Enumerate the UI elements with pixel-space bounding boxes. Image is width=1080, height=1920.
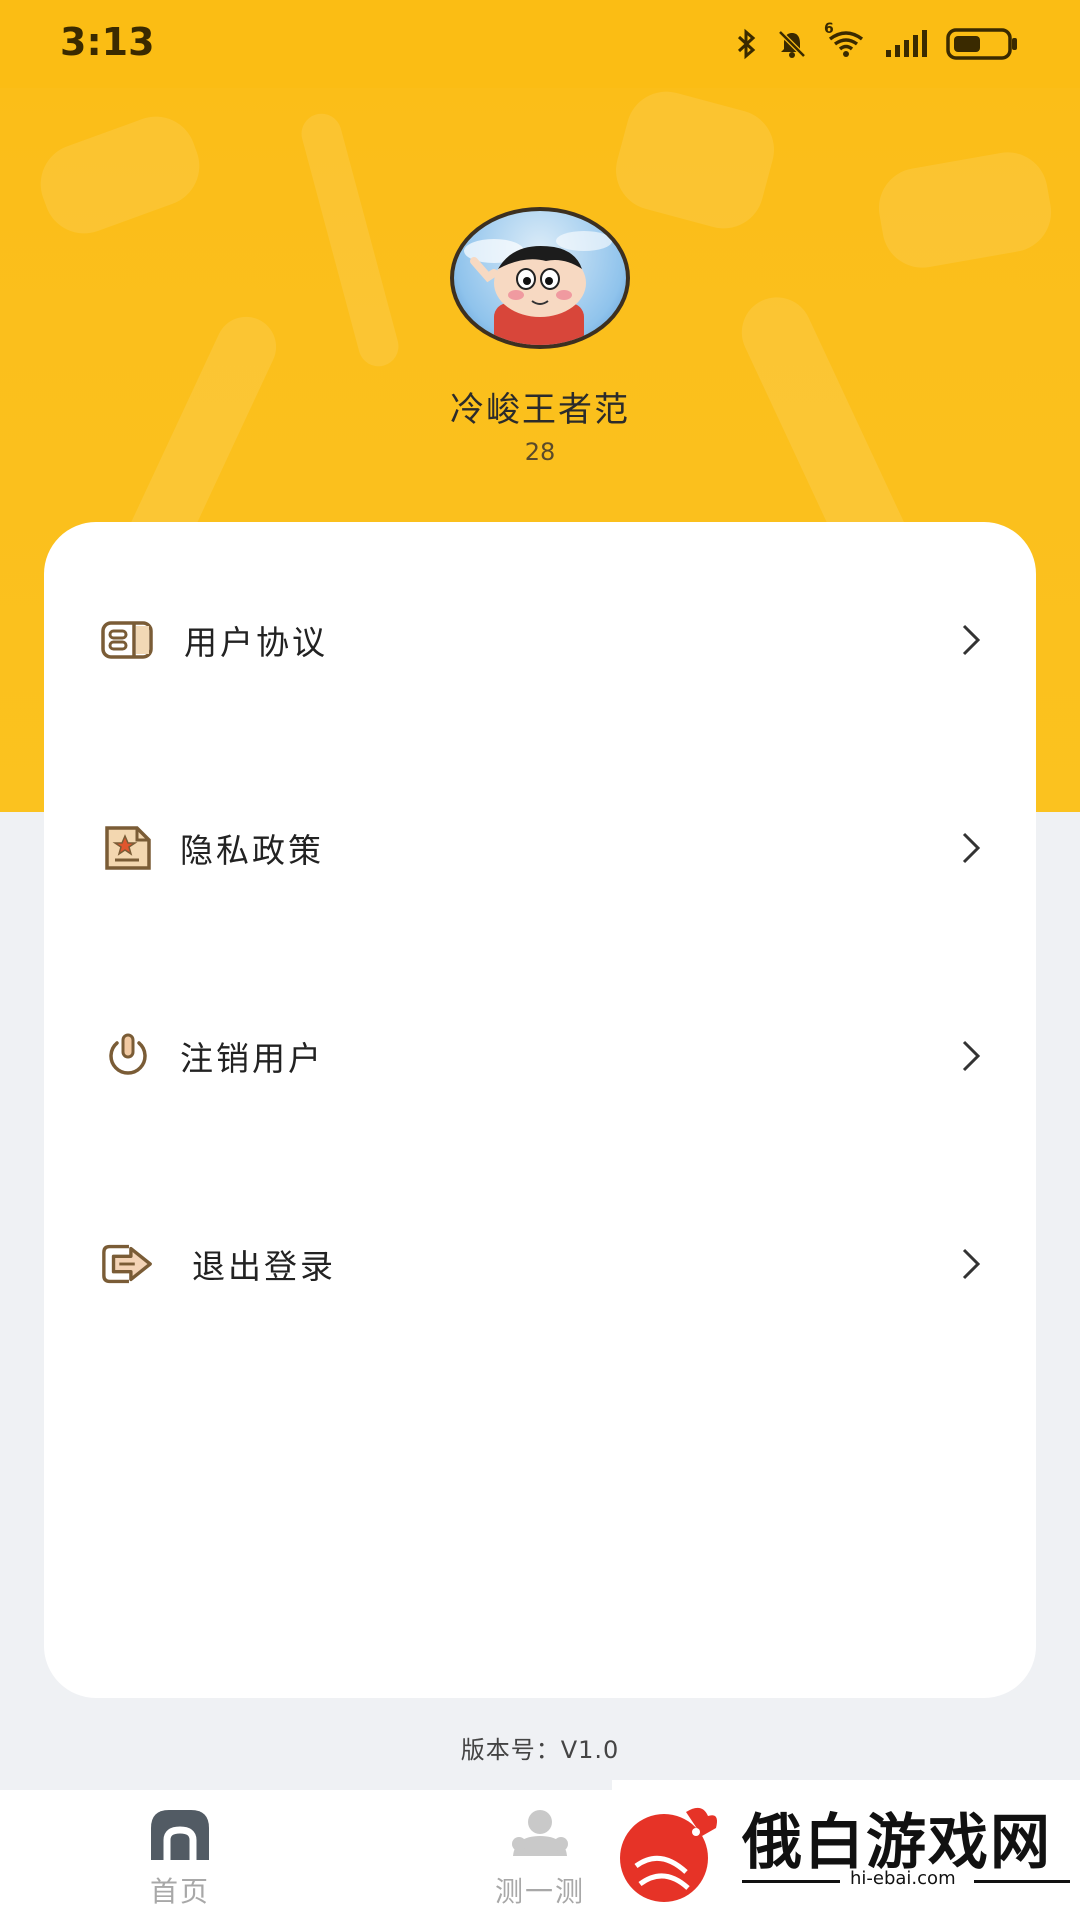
menu-card: 用户协议 隐私政策 注销用户 退出登录	[44, 522, 1036, 1698]
nav-test[interactable]: 测一测	[440, 1790, 640, 1920]
chevron-right-icon	[962, 832, 981, 864]
battery-icon	[946, 28, 1020, 60]
status-bar: 3:13 6	[0, 0, 1080, 88]
chevron-right-icon	[962, 624, 981, 656]
user-name: 冷峻王者范	[450, 390, 630, 430]
wifi-icon: 6	[824, 21, 866, 59]
watermark: 俄白游戏网 hi-ebai.com	[612, 1780, 1080, 1920]
status-icons: 6	[736, 21, 1020, 62]
nav-label: 测一测	[494, 1875, 585, 1908]
nav-label: 首页	[149, 1875, 210, 1908]
agreement-icon	[100, 612, 156, 668]
test-icon	[505, 1804, 575, 1866]
logout-icon	[100, 1236, 156, 1292]
bluetooth-icon	[736, 28, 758, 60]
menu-item-label: 注销用户	[180, 1039, 324, 1078]
home-icon	[145, 1804, 215, 1866]
avatar[interactable]	[450, 207, 630, 349]
rooster-logo-icon	[620, 1807, 717, 1902]
chevron-right-icon	[962, 1248, 981, 1280]
chevron-right-icon	[962, 1040, 981, 1072]
menu-item-logout[interactable]: 退出登录	[44, 1204, 1036, 1324]
power-icon	[100, 1028, 156, 1084]
menu-item-label: 退出登录	[192, 1247, 336, 1286]
menu-item-user-agreement[interactable]: 用户协议	[44, 580, 1036, 700]
watermark-divider	[974, 1880, 1070, 1883]
menu-item-label: 隐私政策	[180, 831, 324, 870]
menu-item-label: 用户协议	[184, 623, 328, 662]
privacy-doc-icon	[100, 820, 156, 876]
nav-home[interactable]: 首页	[80, 1790, 280, 1920]
watermark-url: hi-ebai.com	[850, 1868, 956, 1889]
watermark-divider	[742, 1880, 840, 1883]
menu-item-privacy-policy[interactable]: 隐私政策	[44, 788, 1036, 908]
menu-item-deregister[interactable]: 注销用户	[44, 996, 1036, 1116]
version-label: 版本号：V1.0	[460, 1736, 620, 1764]
mute-bell-icon	[776, 28, 808, 60]
user-age: 28	[524, 438, 556, 466]
network-badge: 6	[824, 21, 834, 37]
status-time: 3:13	[60, 20, 155, 64]
signal-icon	[884, 30, 928, 58]
